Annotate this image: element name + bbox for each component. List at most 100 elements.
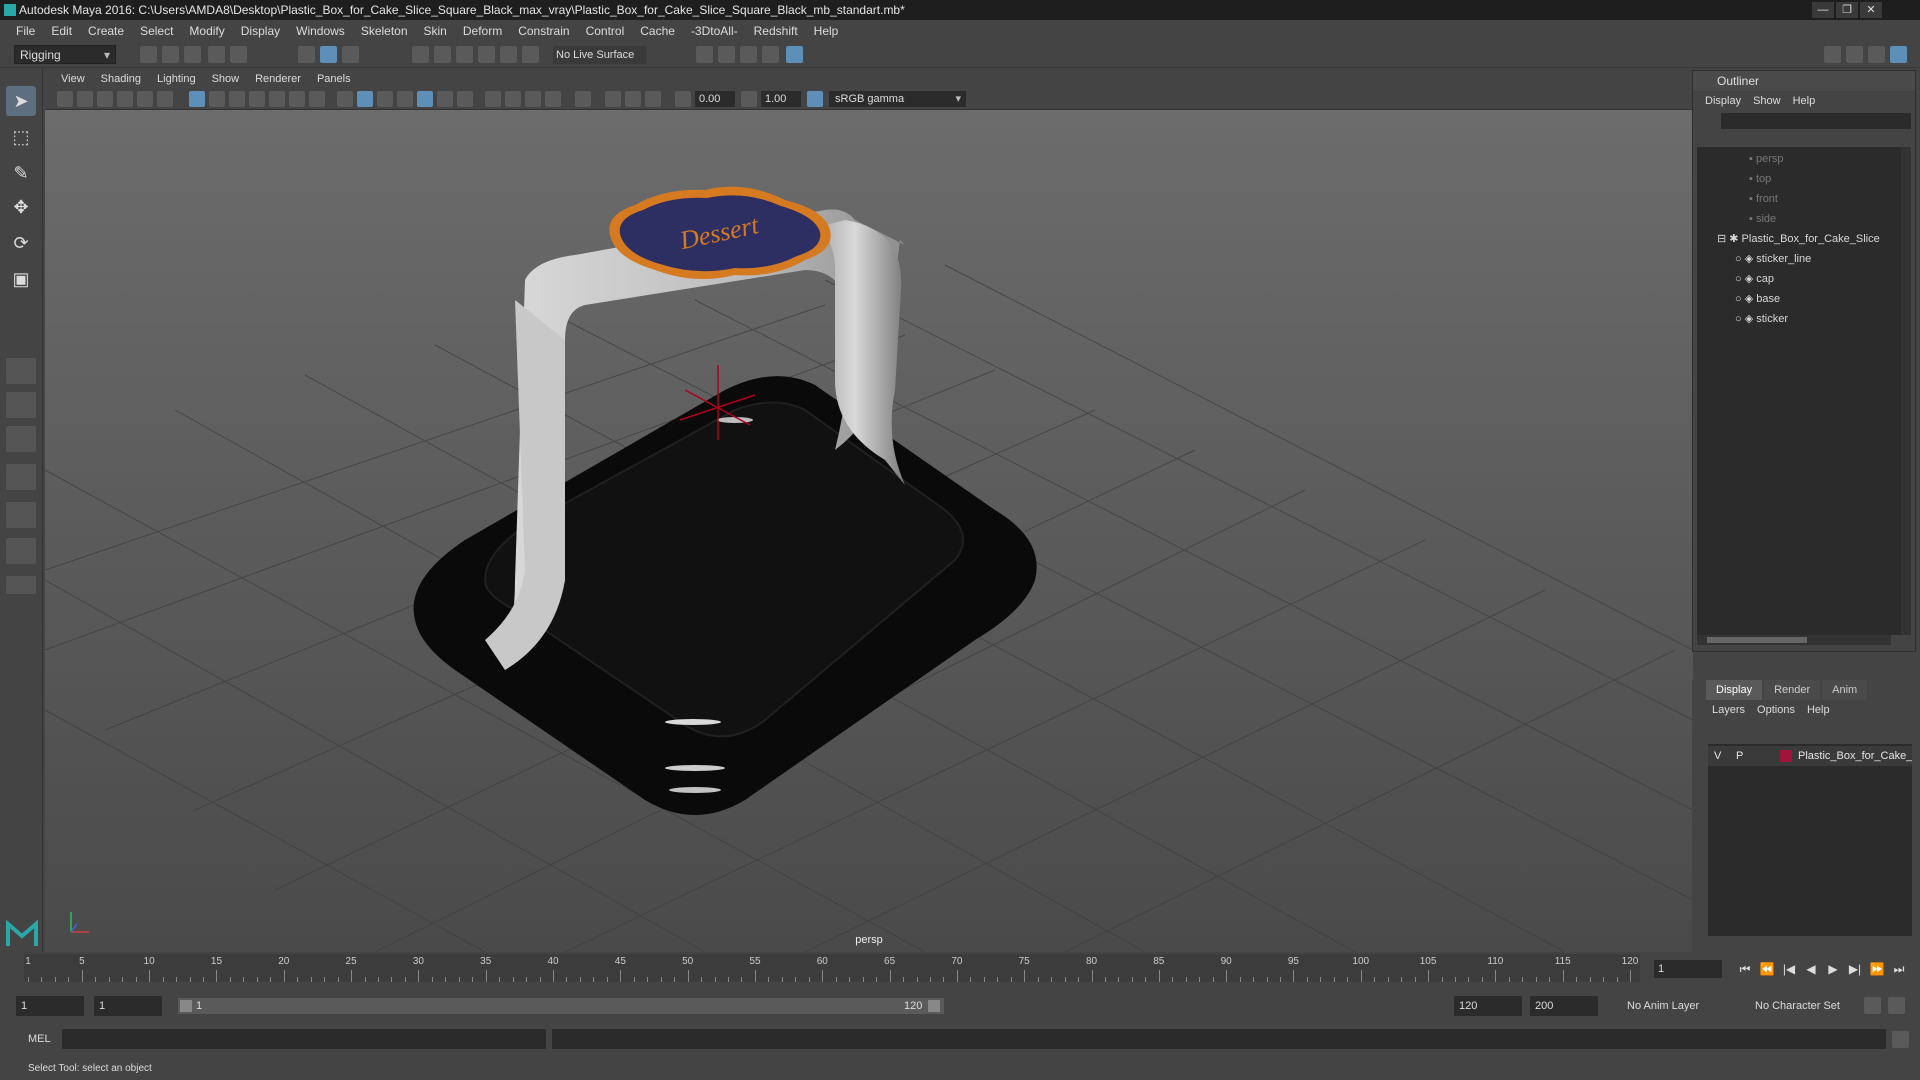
exposure-icon[interactable] [675, 91, 691, 107]
auto-key-icon[interactable] [1864, 997, 1881, 1014]
menu-set-dropdown[interactable]: Rigging [14, 45, 116, 65]
outliner-menu-show[interactable]: Show [1747, 91, 1787, 111]
viewport-menu-show[interactable]: Show [204, 70, 248, 88]
tab-render[interactable]: Render [1764, 680, 1821, 700]
tab-anim[interactable]: Anim [1822, 680, 1868, 700]
outliner-item-top[interactable]: ▪ top [1749, 169, 1771, 189]
play-backwards-icon[interactable]: ◀ [1802, 960, 1820, 978]
use-all-lights-icon[interactable] [437, 91, 453, 107]
menu-create[interactable]: Create [80, 24, 132, 38]
move-tool-icon[interactable]: ✥ [6, 192, 36, 222]
layer-row[interactable]: V P Plastic_Box_for_Cake_S [1708, 746, 1912, 766]
go-to-start-icon[interactable]: ⏮ [1736, 960, 1754, 978]
range-slider[interactable]: 1 120 [178, 998, 944, 1014]
snap-grid-icon[interactable] [412, 46, 429, 63]
menu-modify[interactable]: Modify [181, 24, 232, 38]
redo-icon[interactable] [230, 46, 247, 63]
rotate-tool-icon[interactable]: ⟳ [6, 228, 36, 258]
tab-display[interactable]: Display [1706, 680, 1763, 700]
select-tool-icon[interactable]: ➤ [6, 86, 36, 116]
step-forward-key-icon[interactable]: ▶| [1846, 960, 1864, 978]
exposure-field[interactable]: 0.00 [695, 91, 735, 107]
menu-file[interactable]: File [8, 24, 43, 38]
minimize-button[interactable]: — [1812, 2, 1834, 18]
color-management-icon[interactable] [807, 91, 823, 107]
menu-windows[interactable]: Windows [288, 24, 353, 38]
persp-outliner-layout-icon[interactable] [6, 502, 36, 528]
step-back-key-icon[interactable]: |◀ [1780, 960, 1798, 978]
gate-mask-icon[interactable] [249, 91, 265, 107]
menu-cache[interactable]: Cache [632, 24, 683, 38]
paint-select-tool-icon[interactable]: ✎ [6, 158, 36, 188]
camera-attributes-icon[interactable] [77, 91, 93, 107]
menu-constrain[interactable]: Constrain [510, 24, 577, 38]
live-surface-field[interactable]: No Live Surface [553, 46, 647, 64]
wireframe-on-shaded-icon[interactable] [397, 91, 413, 107]
safe-action-icon[interactable] [289, 91, 305, 107]
xray-joints-icon[interactable] [645, 91, 661, 107]
menu-display[interactable]: Display [233, 24, 288, 38]
playback-start-field[interactable]: 1 [94, 996, 162, 1016]
select-component-icon[interactable] [342, 46, 359, 63]
menu-skeleton[interactable]: Skeleton [353, 24, 416, 38]
outliner-search-field[interactable] [1721, 113, 1911, 129]
script-editor-icon[interactable] [1892, 1031, 1909, 1048]
open-scene-icon[interactable] [162, 46, 179, 63]
outliner-item-persp[interactable]: ▪ persp [1749, 149, 1784, 169]
grid-toggle-icon[interactable] [189, 91, 205, 107]
outliner-item-sticker[interactable]: ○ ◈ sticker [1735, 309, 1788, 329]
image-plane-icon[interactable] [117, 91, 133, 107]
select-camera-icon[interactable] [57, 91, 73, 107]
outliner-item-plastic-box-group[interactable]: ⊟ ✱ Plastic_Box_for_Cake_Slice [1717, 229, 1880, 249]
ambient-occlusion-icon[interactable] [485, 91, 501, 107]
four-view-layout-icon[interactable] [6, 392, 36, 418]
viewport-panel[interactable]: View Shading Lighting Show Renderer Pane… [45, 70, 1693, 952]
color-space-dropdown[interactable]: sRGB gamma [829, 91, 966, 107]
tool-settings-icon[interactable] [1868, 46, 1885, 63]
play-forwards-icon[interactable]: ▶ [1824, 960, 1842, 978]
smooth-shade-icon[interactable] [357, 91, 373, 107]
anim-layer-dropdown[interactable]: No Anim Layer [1622, 996, 1742, 1016]
layer-playback-toggle[interactable]: P [1736, 746, 1743, 766]
grease-pencil-icon[interactable] [157, 91, 173, 107]
field-chart-icon[interactable] [269, 91, 285, 107]
step-back-frame-icon[interactable]: ⏪ [1758, 960, 1776, 978]
textured-icon[interactable] [417, 91, 433, 107]
outliner-item-cap[interactable]: ○ ◈ cap [1735, 269, 1774, 289]
render-view-icon[interactable] [696, 46, 713, 63]
wireframe-icon[interactable] [337, 91, 353, 107]
render-frame-icon[interactable] [718, 46, 735, 63]
render-settings-icon[interactable] [762, 46, 779, 63]
bookmark-icon[interactable] [97, 91, 113, 107]
playback-end-field[interactable]: 120 [1454, 996, 1522, 1016]
shadows-icon[interactable] [457, 91, 473, 107]
undo-icon[interactable] [208, 46, 225, 63]
scale-tool-icon[interactable]: ▣ [6, 264, 36, 294]
viewport-menu-shading[interactable]: Shading [93, 70, 149, 88]
motion-blur-icon[interactable] [505, 91, 521, 107]
menu-help[interactable]: Help [806, 24, 847, 38]
hypershade-layout-icon[interactable] [6, 538, 36, 564]
anti-aliasing-icon[interactable] [525, 91, 541, 107]
save-scene-icon[interactable] [184, 46, 201, 63]
menu-deform[interactable]: Deform [455, 24, 510, 38]
gamma-icon[interactable] [741, 91, 757, 107]
outliner-item-front[interactable]: ▪ front [1749, 189, 1778, 209]
animation-start-field[interactable]: 1 [16, 996, 84, 1016]
menu-3dtoall[interactable]: -3DtoAll- [683, 24, 746, 38]
mel-input[interactable] [62, 1029, 546, 1049]
menu-select[interactable]: Select [132, 24, 181, 38]
current-frame-field[interactable]: 1 [1654, 960, 1722, 978]
ipr-render-icon[interactable] [740, 46, 757, 63]
outliner-item-base[interactable]: ○ ◈ base [1735, 289, 1780, 309]
xray-icon[interactable] [605, 91, 621, 107]
viewport-menu-view[interactable]: View [53, 70, 93, 88]
attribute-editor-icon[interactable] [1846, 46, 1863, 63]
time-ruler[interactable]: 1 5 10 15 20 25 30 35 40 45 50 55 60 65 70 75 80 85 90 95 1… [24, 954, 1640, 982]
snap-surface-icon[interactable] [500, 46, 517, 63]
outliner-menu-display[interactable]: Display [1699, 91, 1747, 111]
two-d-pan-icon[interactable] [137, 91, 153, 107]
side-by-side-layout-icon[interactable] [6, 426, 36, 452]
maximize-button[interactable]: ❐ [1836, 2, 1858, 18]
isolate-select-icon[interactable] [575, 91, 591, 107]
